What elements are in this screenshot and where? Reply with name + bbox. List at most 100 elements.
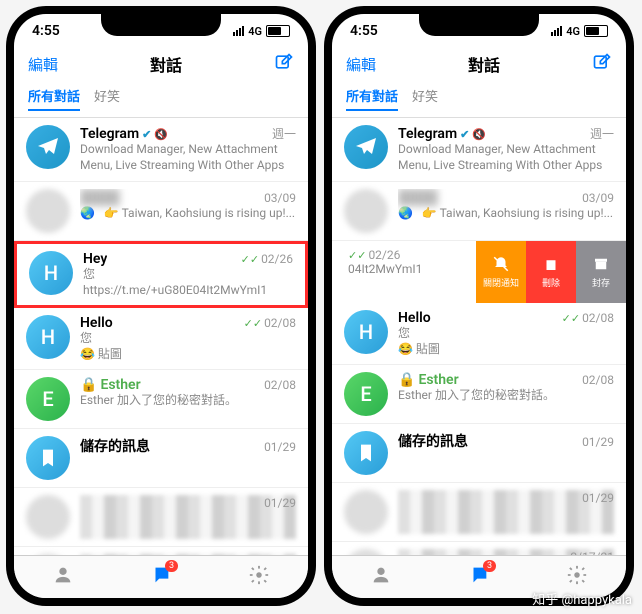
chat-date: 01/29 bbox=[582, 435, 614, 449]
chat-row-blurred[interactable]: ████ 03/09 🌏 👉 Taiwan, Kaohsiung is risi… bbox=[332, 182, 626, 241]
avatar-telegram bbox=[344, 125, 388, 169]
chat-row-blurred[interactable]: ████ 03/09 🌏 👉 Taiwan, Kaohsiung is risi… bbox=[14, 182, 308, 241]
watermark: 知乎 @happykala bbox=[532, 589, 632, 608]
chat-preview-partial: 04It2MwYmI1 bbox=[348, 262, 464, 278]
chat-preview: 您😂 貼圖 bbox=[398, 326, 614, 357]
compose-button[interactable] bbox=[592, 52, 612, 76]
chat-list: Telegram✔🔇 週一 Download Manager, New Atta… bbox=[332, 118, 626, 598]
avatar-e: E bbox=[344, 372, 388, 416]
filter-tabs: 所有對話 好笑 bbox=[332, 80, 626, 118]
tab-chats[interactable]: 3 bbox=[468, 564, 490, 590]
chat-date: 02/08 bbox=[264, 316, 296, 330]
chat-preview: Download Manager, New Attachment Menu, L… bbox=[398, 142, 614, 174]
battery-icon bbox=[266, 25, 290, 37]
avatar-e: E bbox=[26, 377, 70, 421]
phone-left: 4:55 4G 編輯 對話 所有對話 好笑 bbox=[6, 6, 316, 606]
chat-date: 01/29 bbox=[264, 496, 296, 510]
nav-bar: 編輯 對話 bbox=[14, 48, 308, 80]
chat-name: Telegram bbox=[398, 126, 457, 142]
muted-icon: 🔇 bbox=[472, 128, 486, 141]
chat-row-telegram[interactable]: Telegram✔🔇 週一 Download Manager, New Atta… bbox=[14, 118, 308, 182]
read-checks-icon: ✓✓ bbox=[241, 253, 259, 266]
tab-settings[interactable] bbox=[248, 564, 270, 590]
chat-date: 週一 bbox=[272, 125, 296, 142]
chat-row-telegram[interactable]: Telegram✔🔇 週一 Download Manager, New Atta… bbox=[332, 118, 626, 182]
swipe-delete-button[interactable]: 刪除 bbox=[526, 241, 576, 303]
edit-button[interactable]: 編輯 bbox=[346, 54, 376, 75]
chat-row-blurred[interactable]: 01/29 bbox=[332, 483, 626, 542]
filter-tabs: 所有對話 好笑 bbox=[14, 80, 308, 118]
chat-preview: 您https://t.me/+uG80E04It2MwYmI1 bbox=[83, 267, 293, 298]
chat-row-hello[interactable]: H Hello ✓✓02/08 您😂 貼圖 bbox=[332, 303, 626, 365]
tab-chats[interactable]: 3 bbox=[150, 564, 172, 590]
chat-date: 週一 bbox=[590, 125, 614, 142]
chat-row-hey[interactable]: ✓✓02/26 04It2MwYmI1 bbox=[332, 241, 476, 303]
chat-name-secret: 🔒Esther bbox=[80, 377, 141, 393]
avatar-telegram bbox=[26, 125, 70, 169]
chat-row-esther[interactable]: E 🔒Esther 02/08 Esther 加入了您的秘密對話。 bbox=[14, 370, 308, 429]
compose-button[interactable] bbox=[274, 52, 294, 76]
chat-date: 03/09 bbox=[582, 191, 614, 205]
chat-date: 03/09 bbox=[264, 191, 296, 205]
chat-list: Telegram✔🔇 週一 Download Manager, New Atta… bbox=[14, 118, 308, 598]
chat-date: 02/08 bbox=[582, 311, 614, 325]
chat-row-hello[interactable]: H Hello ✓✓02/08 您😂 貼圖 bbox=[14, 308, 308, 370]
tab-all[interactable]: 所有對話 bbox=[28, 86, 80, 111]
signal-icon bbox=[551, 26, 562, 36]
chat-row-saved[interactable]: 儲存的訊息 01/29 bbox=[14, 429, 308, 488]
avatar-blurred bbox=[26, 495, 70, 539]
chat-name: Telegram bbox=[80, 126, 139, 142]
chat-preview bbox=[398, 451, 614, 467]
chat-preview: Esther 加入了您的秘密對話。 bbox=[80, 393, 296, 409]
avatar-h: H bbox=[26, 315, 70, 359]
trash-icon bbox=[542, 255, 560, 273]
chat-date: 02/08 bbox=[582, 373, 614, 387]
swipe-mute-button[interactable]: 關閉通知 bbox=[476, 241, 526, 303]
phone-right: 4:55 4G 編輯 對話 所有對話 好笑 bbox=[324, 6, 634, 606]
badge: 3 bbox=[483, 560, 496, 572]
badge: 3 bbox=[165, 560, 178, 572]
notch bbox=[101, 14, 221, 36]
bell-off-icon bbox=[492, 255, 510, 273]
chat-preview: Download Manager, New Attachment Menu, L… bbox=[80, 142, 296, 174]
chat-date: 01/29 bbox=[582, 491, 614, 505]
signal-icon bbox=[233, 26, 244, 36]
read-checks-icon: ✓✓ bbox=[348, 249, 366, 262]
archive-icon bbox=[592, 255, 610, 273]
chat-row-hey-highlighted[interactable]: H Hey ✓✓02/26 您https://t.me/+uG80E04It2M… bbox=[14, 241, 308, 308]
tab-settings[interactable] bbox=[566, 564, 588, 590]
network-label: 4G bbox=[566, 25, 580, 38]
nav-bar: 編輯 對話 bbox=[332, 48, 626, 80]
muted-icon: 🔇 bbox=[154, 128, 168, 141]
edit-button[interactable]: 編輯 bbox=[28, 54, 58, 75]
chat-name: Hello bbox=[398, 310, 431, 326]
avatar-h: H bbox=[29, 251, 73, 295]
chat-name: 儲存的訊息 bbox=[398, 431, 468, 451]
tab-funny[interactable]: 好笑 bbox=[94, 86, 120, 111]
chat-name: Hello bbox=[80, 315, 113, 331]
chat-name-blurred: ████ bbox=[80, 189, 120, 206]
avatar-blurred bbox=[344, 189, 388, 233]
chat-preview: 您😂 貼圖 bbox=[80, 331, 296, 362]
read-checks-icon: ✓✓ bbox=[244, 317, 262, 330]
avatar-h: H bbox=[344, 310, 388, 354]
chat-name-blurred: ████ bbox=[398, 189, 438, 206]
verified-icon: ✔ bbox=[142, 128, 151, 141]
network-label: 4G bbox=[248, 25, 262, 38]
page-title: 對話 bbox=[150, 52, 182, 76]
chat-row-esther[interactable]: E 🔒Esther 02/08 Esther 加入了您的秘密對話。 bbox=[332, 365, 626, 424]
avatar-saved bbox=[344, 431, 388, 475]
chat-preview: Esther 加入了您的秘密對話。 bbox=[398, 388, 614, 404]
page-title: 對話 bbox=[468, 52, 500, 76]
tab-contacts[interactable] bbox=[370, 564, 392, 590]
chat-row-blurred[interactable]: 01/29 bbox=[14, 488, 308, 547]
tab-contacts[interactable] bbox=[52, 564, 74, 590]
chat-date: 02/26 bbox=[261, 252, 293, 266]
swipe-archive-button[interactable]: 封存 bbox=[576, 241, 626, 303]
tab-funny[interactable]: 好笑 bbox=[412, 86, 438, 111]
chat-row-saved[interactable]: 儲存的訊息 01/29 bbox=[332, 424, 626, 483]
tab-all[interactable]: 所有對話 bbox=[346, 86, 398, 111]
battery-icon bbox=[584, 25, 608, 37]
chat-preview: 🌏 👉 Taiwan, Kaohsiung is rising up!... bbox=[80, 206, 296, 222]
chat-name: 儲存的訊息 bbox=[80, 436, 150, 456]
